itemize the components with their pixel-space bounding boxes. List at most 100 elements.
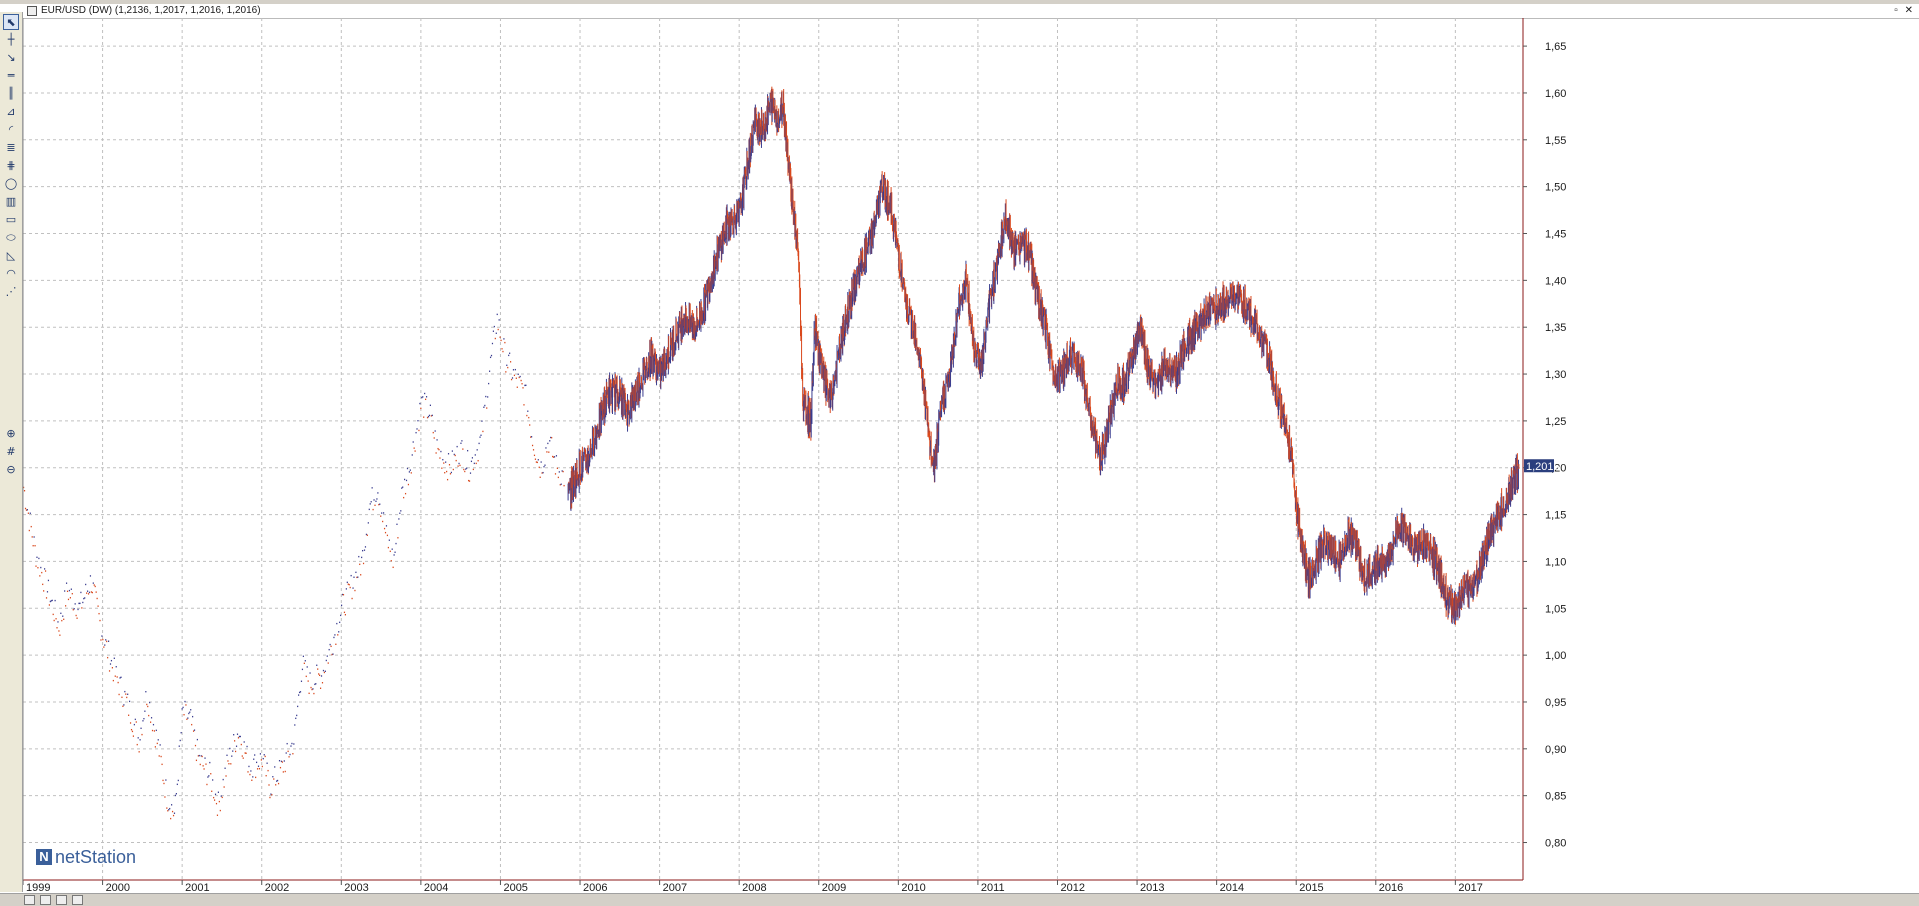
price-dot (504, 341, 506, 344)
chart-area[interactable]: 1999 2000 2001 2002 2003 2004 2005 2006 2007 2008… (23, 18, 1919, 893)
status-button-icon[interactable] (40, 895, 51, 905)
y-tick-label: 1,55 (1545, 135, 1566, 147)
price-dot (222, 778, 224, 781)
price-dot (427, 415, 430, 418)
price-dot (449, 473, 452, 475)
price-dot (306, 666, 308, 668)
price-dot (106, 640, 108, 643)
price-dot (412, 441, 414, 443)
price-chart[interactable]: 1999 2000 2001 2002 2003 2004 2005 2006 2007 2008… (23, 18, 1919, 893)
price-dot (479, 436, 481, 438)
price-dot (284, 770, 286, 773)
grid-tool-icon[interactable]: # (3, 444, 19, 460)
circle-tool-icon[interactable]: ◯ (3, 176, 19, 192)
price-dot (302, 655, 304, 658)
fibonacci-retracement-tool-icon[interactable]: ≣ (3, 140, 19, 156)
price-dot (423, 416, 425, 418)
price-dot (558, 471, 560, 473)
price-series (23, 86, 1520, 820)
price-dot (366, 534, 368, 536)
price-dot (228, 763, 230, 765)
price-dot (338, 631, 340, 633)
price-dot (473, 462, 475, 465)
price-dot (246, 745, 248, 748)
price-dot (69, 597, 71, 599)
price-dot (265, 774, 267, 777)
price-dot (525, 384, 527, 386)
status-button-icon[interactable] (56, 895, 67, 905)
price-dot (297, 705, 299, 708)
price-dot (521, 383, 523, 385)
price-dot (548, 451, 550, 453)
pointer-tool-icon[interactable]: ⬉ (3, 14, 19, 30)
ellipse-tool-icon[interactable]: ⬭ (3, 230, 19, 246)
crosshair-tool-icon[interactable]: ┼ (3, 32, 19, 48)
price-dot (290, 745, 292, 747)
price-dot (502, 350, 504, 353)
price-dot (148, 714, 150, 717)
price-dot (54, 599, 56, 602)
rectangle-tool-icon[interactable]: ▭ (3, 212, 19, 228)
x-tick-label: 2017 (1458, 882, 1482, 893)
price-dot (406, 467, 409, 470)
price-dot (467, 449, 469, 452)
gann-fan-tool-icon[interactable]: ⋰ (3, 284, 19, 300)
price-dot (315, 683, 317, 685)
price-dot (298, 694, 300, 696)
close-window-icon[interactable]: ✕ (1905, 5, 1913, 16)
price-dot (436, 439, 438, 441)
price-dot (382, 520, 384, 523)
price-dot (481, 420, 483, 422)
status-button-icon[interactable] (72, 895, 83, 905)
price-dot (237, 737, 240, 739)
zoom-out-tool-icon[interactable]: ⊖ (3, 462, 19, 478)
triangle-tool-icon[interactable]: ◺ (3, 248, 19, 264)
y-tick-label: 1,25 (1545, 416, 1566, 428)
price-dot (537, 459, 539, 461)
price-dot (332, 653, 334, 655)
price-dot (107, 656, 109, 659)
price-dot (132, 735, 135, 737)
channel-tool-icon[interactable]: ▥ (3, 194, 19, 210)
trendline-tool-icon[interactable]: ↘ (3, 50, 19, 66)
price-dot (299, 691, 302, 693)
price-dot (74, 603, 76, 605)
price-dot (485, 395, 487, 398)
price-dot (488, 382, 490, 385)
fibonacci-fan-tool-icon[interactable]: ⊿ (3, 104, 19, 120)
price-dot (482, 430, 484, 433)
zoom-in-tool-icon[interactable]: ⊕ (3, 426, 19, 442)
y-tick-label: 1,50 (1545, 182, 1566, 194)
price-dot (359, 563, 361, 566)
price-dot (39, 575, 41, 577)
price-dot (455, 459, 457, 462)
price-dot (544, 464, 546, 466)
price-dot (510, 361, 512, 363)
price-dot (160, 755, 162, 758)
horizontal-line-tool-icon[interactable]: ═ (3, 68, 19, 84)
fibonacci-time-tool-icon[interactable]: ⋕ (3, 158, 19, 174)
price-dot (506, 364, 508, 367)
x-tick-label: 1999 (26, 882, 50, 893)
vertical-line-tool-icon[interactable]: ║ (3, 86, 19, 102)
price-dot (170, 817, 172, 820)
arc-tool-icon[interactable]: ◠ (3, 266, 19, 282)
price-dot (171, 804, 173, 806)
price-dot (257, 765, 260, 767)
price-dot (335, 643, 337, 645)
y-tick-label: 1,45 (1545, 229, 1566, 241)
price-dot (70, 588, 72, 590)
price-dot (488, 370, 491, 372)
chart-window-titlebar[interactable]: EUR/USD (DW) (1,2136, 1,2017, 1,2016, 1,… (23, 4, 1919, 19)
price-dot (98, 612, 100, 615)
price-dot (480, 434, 482, 436)
price-dot (498, 319, 500, 321)
minimize-window-icon[interactable]: ▫ (1894, 5, 1898, 16)
price-dot (553, 456, 556, 458)
price-dot (470, 460, 473, 463)
fibonacci-arc-tool-icon[interactable]: ◜ (3, 122, 19, 138)
price-dot (322, 669, 325, 672)
status-button-icon[interactable] (24, 895, 35, 905)
price-dot (288, 756, 290, 758)
price-dot (57, 621, 59, 623)
